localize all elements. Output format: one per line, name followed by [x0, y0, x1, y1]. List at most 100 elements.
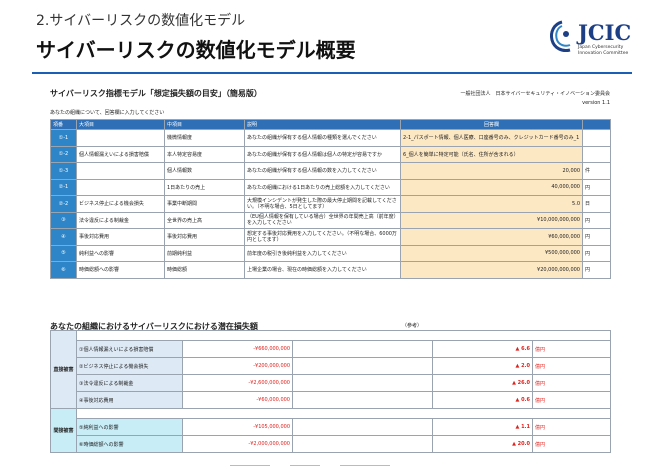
- input-table-header: 項番 大項目 中項目 説明 回答欄: [50, 119, 611, 130]
- slide-title: サイバーリスクの数値化モデル概要: [36, 38, 356, 62]
- sheet-title: サイバーリスク指標モデル「想定損失額の目安」（簡易版）: [50, 89, 262, 98]
- header-subcategory: 中項目: [164, 119, 245, 130]
- slide: 2.サイバーリスクの数値化モデル サイバーリスクの数値化モデル概要 JCIC J…: [0, 0, 660, 472]
- row-description: 前年度の税引き後純利益を入力してください: [244, 244, 401, 262]
- slide-subtitle: 2.サイバーリスクの数値化モデル: [36, 13, 246, 29]
- result-row: ⑥時価総額への影響 -¥2,000,000,000 ▲ 20.0 億円: [51, 435, 611, 453]
- row-category: 事後対応費用: [76, 228, 165, 246]
- table-row: ①-2 個人情報漏えいによる損害賠償 本人特定容易度 あなたの組織が保有する個人…: [50, 145, 611, 163]
- row-unit: 円: [582, 244, 611, 262]
- group-label-indirect: 間接被害: [50, 408, 77, 453]
- answer-select[interactable]: 2-1_パスポート情報、個人医療、口座番号のみ、クレジットカード番号のみ_1: [400, 129, 583, 147]
- row-id: ⑤: [50, 244, 77, 262]
- header-unit: [582, 119, 611, 130]
- table-row: ①-3 個人情報数 あなたの組織が保有する個人情報の数を入力してください 20,…: [50, 162, 611, 180]
- table-row: ④ 事後対応費用 事後対応費用 想定する事後対応費用を入力してください。（不明な…: [50, 228, 611, 246]
- result-item-name: ③法令違反による制裁金: [76, 374, 183, 392]
- table-row: ③ 法令違反による制裁金 全世界の売上高 （EU個人情報を保有している場合）全世…: [50, 211, 611, 229]
- input-table: 項番 大項目 中項目 説明 回答欄 ①-1 機微情報度 あなたの組織が保有する個…: [50, 119, 611, 279]
- sheet-version: version 1.1: [582, 100, 610, 106]
- row-subcategory: 本人特定容易度: [164, 145, 245, 163]
- row-id: ⑥: [50, 261, 77, 279]
- row-unit: 件: [582, 162, 611, 180]
- row-unit: 円: [582, 211, 611, 229]
- row-category: 時価総額への影響: [76, 261, 165, 279]
- result-item-unit: 億円: [532, 340, 611, 358]
- row-subcategory: 機微情報度: [164, 129, 245, 147]
- answer-input[interactable]: 5.0: [400, 195, 583, 213]
- result-item-oku: ▲ 2.0: [432, 357, 533, 375]
- table-row: ②-2 ビジネス停止による機会損失 事業中断期間 大規模インシデントが発生した際…: [50, 195, 611, 213]
- row-category: [76, 178, 165, 196]
- answer-input[interactable]: ¥60,000,000: [400, 228, 583, 246]
- result-item-value: -¥660,000,000: [182, 340, 293, 358]
- row-subcategory: 全世界の売上高: [164, 211, 245, 229]
- header-answer: 回答欄: [400, 119, 583, 130]
- result-spacer-row: 間接被害: [50, 408, 611, 453]
- result-item-unit: 億円: [532, 374, 611, 392]
- answer-input[interactable]: 20,000: [400, 162, 583, 180]
- result-item-oku: ▲ 1.1: [432, 418, 533, 436]
- row-unit: 円: [582, 261, 611, 279]
- logo-subtitle-line1: Japan Cybersecurity: [578, 45, 624, 50]
- row-unit: 円: [582, 228, 611, 246]
- row-description: あなたの組織における1日あたりの売上総額を入力してください: [244, 178, 401, 196]
- row-unit: [582, 145, 611, 163]
- result-item-value: -¥105,000,000: [182, 418, 293, 436]
- group-label-direct: 直接被害: [50, 330, 77, 409]
- result-item-name: ②ビジネス停止による機会損失: [76, 357, 183, 375]
- row-category: ビジネス停止による機会損失: [76, 195, 165, 213]
- row-id: ③: [50, 211, 77, 229]
- row-description: あなたの組織が保有する個人情報の数を入力してください: [244, 162, 401, 180]
- header-description: 説明: [244, 119, 401, 130]
- row-description: あなたの組織が保有する個人情報は個人の特定が容易ですか: [244, 145, 401, 163]
- result-item-value: -¥2,000,000,000: [182, 435, 293, 453]
- row-subcategory: 事業中断期間: [164, 195, 245, 213]
- row-id: ②-2: [50, 195, 77, 213]
- row-category: 法令違反による制裁金: [76, 211, 165, 229]
- jcic-logo: JCIC Japan Cybersecurity Innovation Comm…: [548, 20, 648, 62]
- result-item-oku: ▲ 6.6: [432, 340, 533, 358]
- row-id: ①-2: [50, 145, 77, 163]
- row-category: [76, 129, 165, 147]
- row-id: ①-1: [50, 129, 77, 147]
- result-row: ④事後対応費用 -¥60,000,000 ▲ 0.6 億円: [51, 391, 611, 409]
- result-item-name: ①個人情報漏えいによる損害賠償: [76, 340, 183, 358]
- answer-input[interactable]: ¥10,000,000,000: [400, 211, 583, 229]
- result-item-value: -¥2,600,000,000: [182, 374, 293, 392]
- answer-input[interactable]: 40,000,000: [400, 178, 583, 196]
- header-item-no: 項番: [50, 119, 77, 130]
- row-subcategory: 前期純利益: [164, 244, 245, 262]
- row-unit: 円: [582, 178, 611, 196]
- result-item-value: -¥60,000,000: [182, 391, 293, 409]
- result-item-name: ⑤純利益への影響: [76, 418, 183, 436]
- answer-input[interactable]: ¥20,000,000,000: [400, 261, 583, 279]
- table-row: ②-1 1日あたりの売上 あなたの組織における1日あたりの売上総額を入力してくだ…: [50, 178, 611, 196]
- row-category: [76, 162, 165, 180]
- result-item-unit: 億円: [532, 435, 611, 453]
- row-description: あなたの組織が保有する個人情報の種類を選んでください: [244, 129, 401, 147]
- table-row: ⑥ 時価総額への影響 時価総額 上場企業の場合、現在の時価総額を入力してください…: [50, 261, 611, 279]
- row-description: （EU個人情報を保有している場合）全世界の年間売上高（前年度）を入力してください: [244, 211, 401, 229]
- result-item-oku: ▲ 0.6: [432, 391, 533, 409]
- result-item-unit: 億円: [532, 391, 611, 409]
- footer-decoration: [230, 465, 430, 467]
- logo-subtitle-line2: Innovation Committee: [578, 51, 629, 56]
- row-id: ②-1: [50, 178, 77, 196]
- row-subcategory: 1日あたりの売上: [164, 178, 245, 196]
- result-spacer-row: 直接被害: [50, 330, 611, 409]
- answer-input[interactable]: ¥500,000,000: [400, 244, 583, 262]
- result-reference-label: （参考）: [402, 323, 423, 329]
- row-id: ④: [50, 228, 77, 246]
- row-description: 上場企業の場合、現在の時価総額を入力してください: [244, 261, 401, 279]
- row-subcategory: 事後対応費用: [164, 228, 245, 246]
- row-description: 想定する事後対応費用を入力してください。（不明な場合、6000万円としてます）: [244, 228, 401, 246]
- title-divider: [32, 72, 632, 74]
- row-category: 純利益への影響: [76, 244, 165, 262]
- answer-select[interactable]: 6_個人を簡単に特定可能（氏名、住所が含まれる）: [400, 145, 583, 163]
- row-unit: [582, 129, 611, 147]
- result-item-unit: 億円: [532, 418, 611, 436]
- row-id: ①-3: [50, 162, 77, 180]
- row-unit: 日: [582, 195, 611, 213]
- sheet-instruction: あなたの組織について、回答欄に入力してください: [50, 110, 165, 116]
